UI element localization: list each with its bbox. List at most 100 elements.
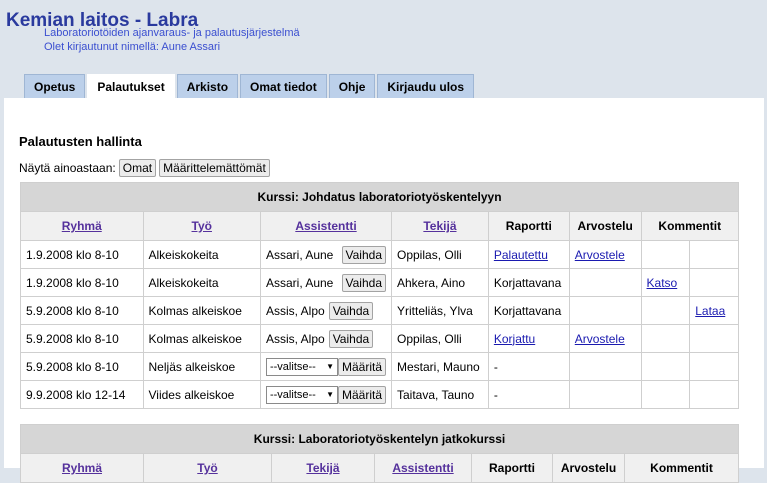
col-header-author[interactable]: Tekijä bbox=[391, 211, 489, 241]
cell-comment bbox=[640, 240, 691, 269]
tab-kirjaudu-ulos[interactable]: Kirjaudu ulos bbox=[377, 74, 475, 98]
filter-own-button[interactable]: Omat bbox=[118, 159, 157, 177]
cell-comment bbox=[640, 324, 691, 353]
cell-work: Kolmas alkeiskoe bbox=[142, 324, 261, 353]
tab-omat-tiedot[interactable]: Omat tiedot bbox=[240, 74, 327, 98]
cell-assistant: Assis, Alpo Vaihda bbox=[259, 296, 393, 325]
assistant-name: Assis, Alpo bbox=[265, 303, 325, 318]
assign-assistant-button[interactable]: Määritä bbox=[337, 357, 386, 376]
report-link[interactable]: Palautettu bbox=[494, 248, 548, 262]
tab-opetus[interactable]: Opetus bbox=[24, 74, 86, 98]
assistant-name: Assari, Aune bbox=[265, 247, 334, 262]
cell-group: 1.9.2008 klo 8-10 bbox=[20, 240, 144, 269]
change-assistant-button[interactable]: Vaihda bbox=[341, 245, 386, 264]
tab-ohje[interactable]: Ohje bbox=[328, 74, 376, 98]
cell-group: 1.9.2008 klo 8-10 bbox=[20, 268, 144, 297]
cell-comment bbox=[640, 296, 691, 325]
table-row: 5.9.2008 klo 8-10 Neljäs alkeiskoe --val… bbox=[20, 352, 739, 381]
cell-report: - bbox=[487, 352, 570, 381]
course-table-johdatus: Kurssi: Johdatus laboratoriotyöskentelyy… bbox=[20, 182, 740, 409]
cell-comment-file bbox=[689, 324, 739, 353]
cell-comment-file: Lataa bbox=[689, 296, 739, 325]
download-comment-link[interactable]: Lataa bbox=[695, 304, 725, 318]
column-header-row: Ryhmä Työ Tekijä Assistentti Raportti Ar… bbox=[20, 453, 739, 483]
filter-undefined-button[interactable]: Määrittelemättömät bbox=[159, 159, 270, 177]
cell-assistant: Assari, Aune Vaihda bbox=[259, 268, 393, 297]
table-row: 5.9.2008 klo 8-10 Kolmas alkeiskoe Assis… bbox=[20, 324, 739, 353]
assistant-select-value: --valitse-- bbox=[269, 360, 316, 373]
column-header-row: Ryhmä Työ Assistentti Tekijä Raportti Ar… bbox=[20, 211, 740, 241]
col-header-work[interactable]: Työ bbox=[142, 211, 261, 241]
col-header-work[interactable]: Työ bbox=[143, 453, 272, 483]
main-nav-tabs: Opetus Palautukset Arkisto Omat tiedot O… bbox=[24, 74, 476, 99]
assistant-select[interactable]: --valitse-- ▼ bbox=[265, 385, 338, 404]
tab-palautukset[interactable]: Palautukset bbox=[87, 74, 175, 99]
cell-work: Alkeiskokeita bbox=[142, 240, 261, 269]
cell-author: Taitava, Tauno bbox=[391, 380, 489, 409]
cell-assistant: --valitse-- ▼ Määritä bbox=[259, 380, 393, 409]
grade-link[interactable]: Arvostele bbox=[575, 248, 625, 262]
cell-assistant: Assari, Aune Vaihda bbox=[259, 240, 393, 269]
cell-report: Korjattu bbox=[487, 324, 570, 353]
assistant-select[interactable]: --valitse-- ▼ bbox=[265, 357, 338, 376]
cell-report: - bbox=[487, 380, 570, 409]
assistant-name: Assari, Aune bbox=[265, 275, 334, 290]
app-subtitle: Laboratoriotöiden ajanvaraus- ja palautu… bbox=[44, 27, 300, 39]
col-header-assistant[interactable]: Assistentti bbox=[259, 211, 393, 241]
cell-grading bbox=[568, 352, 642, 381]
col-header-grading: Arvostelu bbox=[552, 453, 625, 483]
cell-group: 5.9.2008 klo 8-10 bbox=[20, 296, 144, 325]
col-header-group[interactable]: Ryhmä bbox=[20, 211, 144, 241]
course-caption: Kurssi: Laboratoriotyöskentelyn jatkokur… bbox=[20, 424, 739, 454]
cell-author: Yritteliäs, Ylva bbox=[391, 296, 489, 325]
report-link[interactable]: Korjattu bbox=[494, 332, 535, 346]
cell-work: Neljäs alkeiskoe bbox=[142, 352, 261, 381]
filter-label: Näytä ainoastaan: bbox=[19, 161, 116, 175]
course-caption: Kurssi: Johdatus laboratoriotyöskentelyy… bbox=[20, 182, 739, 212]
table-row: 5.9.2008 klo 8-10 Kolmas alkeiskoe Assis… bbox=[20, 296, 739, 325]
course-table-jatkokurssi: Kurssi: Laboratoriotyöskentelyn jatkokur… bbox=[20, 424, 739, 483]
tab-arkisto[interactable]: Arkisto bbox=[176, 74, 239, 98]
grade-link[interactable]: Arvostele bbox=[575, 332, 625, 346]
cell-group: 5.9.2008 klo 8-10 bbox=[20, 352, 144, 381]
cell-report: Palautettu bbox=[487, 240, 570, 269]
table-row: 1.9.2008 klo 8-10 Alkeiskokeita Assari, … bbox=[20, 240, 739, 269]
content-panel: Palautusten hallinta Näytä ainoastaan: O… bbox=[4, 98, 764, 483]
cell-comment-file bbox=[689, 240, 739, 269]
cell-grading: Arvostele bbox=[568, 240, 642, 269]
cell-comment-file bbox=[689, 352, 739, 381]
logged-in-user: Olet kirjautunut nimellä: Aune Assari bbox=[44, 41, 221, 53]
cell-grading bbox=[568, 380, 642, 409]
cell-report: Korjattavana bbox=[487, 268, 570, 297]
cell-grading bbox=[568, 268, 642, 297]
page-title: Palautusten hallinta bbox=[19, 134, 142, 149]
assistant-name: Assis, Alpo bbox=[265, 331, 325, 346]
cell-work: Alkeiskokeita bbox=[142, 268, 261, 297]
col-header-grading: Arvostelu bbox=[568, 211, 642, 241]
cell-author: Mestari, Mauno bbox=[391, 352, 489, 381]
chevron-down-icon: ▼ bbox=[326, 362, 334, 371]
cell-comment-file bbox=[689, 268, 739, 297]
change-assistant-button[interactable]: Vaihda bbox=[328, 301, 374, 320]
col-header-comments: Kommentit bbox=[624, 453, 739, 483]
cell-comment: Katso bbox=[640, 268, 691, 297]
view-comment-link[interactable]: Katso bbox=[647, 276, 678, 290]
table-row: 1.9.2008 klo 8-10 Alkeiskokeita Assari, … bbox=[20, 268, 739, 297]
cell-author: Oppilas, Olli bbox=[391, 240, 489, 269]
chevron-down-icon: ▼ bbox=[326, 390, 334, 399]
assign-assistant-button[interactable]: Määritä bbox=[337, 385, 386, 404]
cell-comment bbox=[640, 352, 691, 381]
col-header-author[interactable]: Tekijä bbox=[271, 453, 375, 483]
cell-author: Oppilas, Olli bbox=[391, 324, 489, 353]
cell-grading bbox=[568, 296, 642, 325]
col-header-assistant[interactable]: Assistentti bbox=[374, 453, 472, 483]
cell-assistant: --valitse-- ▼ Määritä bbox=[259, 352, 393, 381]
change-assistant-button[interactable]: Vaihda bbox=[341, 273, 386, 292]
cell-grading: Arvostele bbox=[568, 324, 642, 353]
col-header-comments: Kommentit bbox=[640, 211, 740, 241]
col-header-group[interactable]: Ryhmä bbox=[20, 453, 144, 483]
cell-group: 5.9.2008 klo 8-10 bbox=[20, 324, 144, 353]
cell-author: Ahkera, Aino bbox=[391, 268, 489, 297]
assistant-select-value: --valitse-- bbox=[269, 388, 316, 401]
change-assistant-button[interactable]: Vaihda bbox=[328, 329, 374, 348]
